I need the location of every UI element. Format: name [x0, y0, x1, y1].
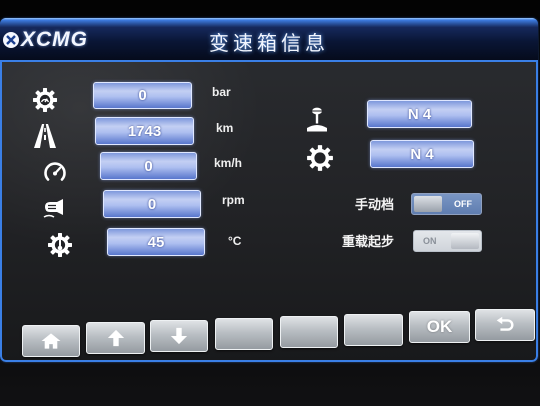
page-title: 变速箱信息 — [209, 31, 329, 55]
road-distance-icon — [32, 123, 58, 149]
temperature-unit: °C — [228, 234, 242, 248]
heavy-load-start-toggle[interactable]: ON — [413, 230, 482, 252]
return-icon — [496, 316, 514, 331]
manual-mode-toggle[interactable]: OFF — [411, 193, 482, 215]
blank-softkey-6[interactable] — [344, 314, 403, 346]
heavy-load-start-label: 重载起步 — [341, 235, 394, 250]
home-icon — [41, 333, 61, 349]
toggle-knob — [451, 233, 479, 249]
down-arrow-icon — [170, 327, 188, 345]
ok-button-label: OK — [426, 317, 453, 336]
down-button[interactable] — [150, 320, 208, 352]
rpm-unit: rpm — [222, 193, 245, 207]
up-arrow-icon — [107, 329, 124, 347]
distance-unit: km — [216, 121, 234, 135]
transmission-temperature-icon — [47, 232, 73, 258]
return-button[interactable] — [475, 309, 535, 341]
toggle-knob — [414, 196, 442, 212]
header-bar: XCMG 变速箱信息 — [0, 18, 538, 62]
toggle-state-text: OFF — [454, 199, 472, 209]
ok-button[interactable]: OK — [409, 311, 470, 343]
display-screen: XCMG 变速箱信息 0 bar 1743 km 0 km/h 0 rpm 45… — [0, 18, 538, 362]
up-button[interactable] — [86, 322, 145, 354]
actual-gear-value: N 4 — [370, 140, 474, 168]
home-button[interactable] — [22, 325, 80, 357]
toggle-state-text: ON — [423, 236, 437, 246]
distance-value: 1743 — [95, 117, 194, 145]
shift-lever-icon — [303, 106, 331, 134]
temperature-value: 45 — [107, 228, 205, 256]
pressure-value: 0 — [93, 82, 192, 109]
speed-value: 0 — [100, 152, 197, 180]
blank-softkey-4[interactable] — [215, 318, 273, 350]
speed-unit: km/h — [214, 156, 243, 170]
rpm-value: 0 — [103, 190, 201, 218]
blank-softkey-5[interactable] — [280, 316, 338, 348]
gear-icon — [306, 144, 334, 172]
pressure-gear-icon — [32, 87, 58, 113]
manual-mode-label: 手动档 — [354, 198, 394, 213]
pressure-unit: bar — [212, 85, 231, 99]
engine-rpm-icon — [42, 195, 68, 221]
speedometer-icon — [42, 159, 68, 185]
selected-gear-value: N 4 — [367, 100, 472, 128]
